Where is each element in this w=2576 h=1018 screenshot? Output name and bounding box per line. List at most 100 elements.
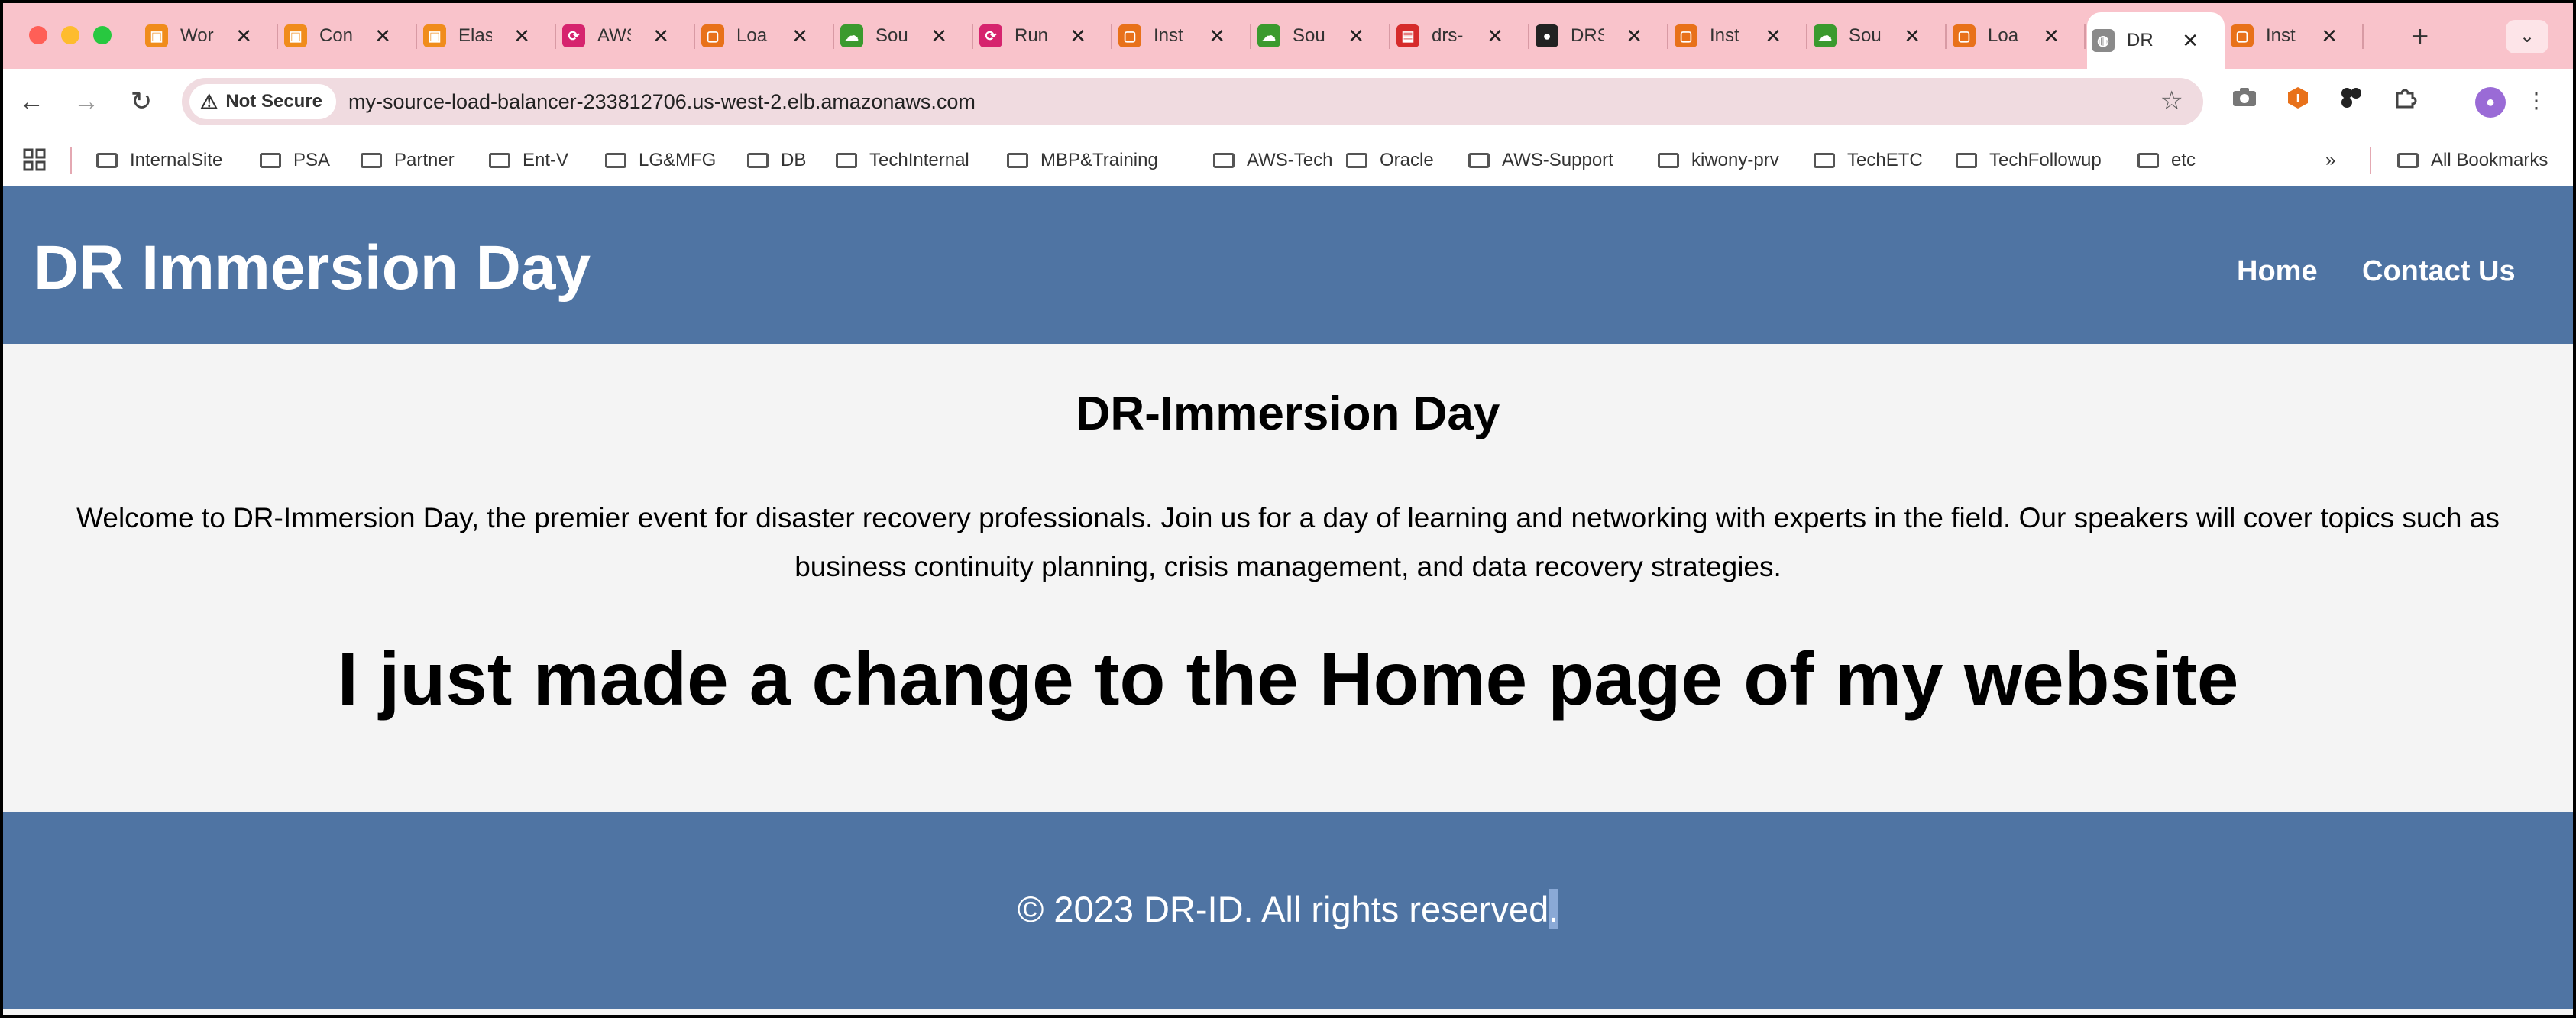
bookmark-folder[interactable]: LG&MFG	[605, 147, 716, 174]
browser-tab[interactable]: ☁ Sou ✕	[1809, 12, 1947, 60]
bookmark-folder[interactable]: Ent-V	[489, 147, 568, 174]
close-tab-icon[interactable]: ✕	[513, 24, 530, 48]
main-content: DR-Immersion Day Welcome to DR-Immersion…	[3, 344, 2573, 812]
browser-tab[interactable]: ▤ drs- ✕	[1392, 12, 1529, 60]
forward-icon[interactable]: →	[67, 83, 105, 121]
copyright-text: © 2023 DR-ID. All rights reserved.	[3, 888, 2573, 930]
browser-tab[interactable]: ☁ Sou ✕	[836, 12, 973, 60]
bookmark-label: TechETC	[1847, 150, 1923, 170]
bookmark-folder[interactable]: kiwony-prv	[1658, 147, 1779, 174]
close-tab-icon[interactable]: ✕	[1209, 24, 1225, 48]
bookmark-folder[interactable]: DB	[747, 147, 806, 174]
browser-tab[interactable]: ● DRS ✕	[1531, 12, 1668, 60]
browser-tab[interactable]: ▣ Wor ✕	[141, 12, 278, 60]
close-tab-icon[interactable]: ✕	[1765, 24, 1782, 48]
security-indicator[interactable]: ⚠ Not Secure	[189, 84, 337, 119]
close-tab-icon[interactable]: ✕	[2182, 29, 2199, 53]
close-tab-icon[interactable]: ✕	[235, 24, 252, 48]
bookmark-folder[interactable]: TechFollowup	[1956, 147, 2102, 174]
close-tab-icon[interactable]: ✕	[1626, 24, 1642, 48]
browser-tab[interactable]: ▣ Elas ✕	[419, 12, 556, 60]
tab-separator	[1528, 24, 1529, 49]
close-tab-icon[interactable]: ✕	[791, 24, 808, 48]
bookmark-folder[interactable]: MBP&Training	[1007, 147, 1158, 174]
profile-avatar[interactable]: ●	[2475, 87, 2506, 118]
camera-icon[interactable]	[2229, 86, 2260, 116]
browser-tab[interactable]: ☁ Sou ✕	[1253, 12, 1390, 60]
more-menu-icon[interactable]: ⋮	[2521, 86, 2552, 116]
aws-ec2-icon: ▢	[701, 24, 724, 47]
tab-separator	[1806, 24, 1807, 49]
browser-tab[interactable]: ◍ DR I ✕	[2087, 12, 2225, 69]
close-tab-icon[interactable]: ✕	[1348, 24, 1364, 48]
new-tab-button[interactable]: +	[2411, 21, 2429, 52]
tab-label: Sou	[875, 25, 908, 46]
browser-tab[interactable]: ⟳ AWS ✕	[558, 12, 695, 60]
browser-tab[interactable]: ▣ Con ✕	[280, 12, 417, 60]
tab-separator	[1667, 24, 1668, 49]
close-tab-icon[interactable]: ✕	[2043, 24, 2060, 48]
reload-icon[interactable]: ↻	[122, 83, 160, 121]
aws-s3-icon: ☁	[840, 24, 863, 47]
extension-orange-icon[interactable]: I	[2283, 86, 2313, 116]
apps-grid-icon[interactable]	[23, 148, 46, 177]
aws-ec2-icon: ▢	[2231, 24, 2254, 47]
browser-tab[interactable]: ▢ Loa ✕	[697, 12, 834, 60]
bookmark-folder[interactable]: PSA	[260, 147, 330, 174]
site-title: DR Immersion Day	[34, 233, 591, 303]
browser-toolbar: ← → ↻ ⚠ Not Secure my-source-load-balanc…	[3, 69, 2573, 135]
bookmark-star-icon[interactable]: ☆	[2160, 86, 2183, 116]
all-bookmarks-button[interactable]: All Bookmarks	[2397, 147, 2548, 174]
address-bar[interactable]: ⚠ Not Secure my-source-load-balancer-233…	[182, 78, 2203, 125]
nav-contact-link[interactable]: Contact Us	[2362, 255, 2516, 288]
bookmark-label: Partner	[394, 150, 455, 170]
close-tab-icon[interactable]: ✕	[1904, 24, 1921, 48]
extension-dark-icon[interactable]	[2336, 86, 2367, 116]
close-tab-icon[interactable]: ✕	[1487, 24, 1503, 48]
tab-separator	[277, 24, 278, 49]
close-tab-icon[interactable]: ✕	[2321, 24, 2338, 48]
folder-icon	[605, 153, 626, 168]
folder-icon	[1213, 153, 1235, 168]
bookmark-folder[interactable]: InternalSite	[96, 147, 222, 174]
url-text[interactable]: my-source-load-balancer-233812706.us-wes…	[348, 90, 976, 114]
nav-home-link[interactable]: Home	[2237, 255, 2318, 288]
tab-label: Sou	[1293, 25, 1325, 46]
browser-tab[interactable]: ▢ Inst ✕	[2226, 12, 2364, 60]
close-tab-icon[interactable]: ✕	[374, 24, 391, 48]
tab-label: Loa	[736, 25, 768, 46]
aws-s3-icon: ☁	[1814, 24, 1837, 47]
browser-tab[interactable]: ▢ Inst ✕	[1114, 12, 1251, 60]
tab-label: Elas	[458, 25, 492, 46]
bookmark-folder[interactable]: etc	[2137, 147, 2196, 174]
close-window-button[interactable]	[29, 26, 47, 44]
browser-tab[interactable]: ⟳ Run ✕	[975, 12, 1112, 60]
bookmark-folder[interactable]: AWS-Support	[1468, 147, 1613, 174]
globe-icon: ◍	[2092, 29, 2115, 52]
bookmark-folder[interactable]: TechETC	[1814, 147, 1923, 174]
bookmarks-overflow-button[interactable]: »	[2325, 147, 2335, 174]
extensions-puzzle-icon[interactable]	[2390, 86, 2420, 116]
close-tab-icon[interactable]: ✕	[1070, 24, 1086, 48]
tab-label: DR I	[2127, 30, 2160, 50]
aws-box-icon: ▣	[145, 24, 168, 47]
browser-tab[interactable]: ▢ Inst ✕	[1670, 12, 1807, 60]
browser-tab[interactable]: ▢ Loa ✕	[1948, 12, 2086, 60]
back-icon[interactable]: ←	[12, 83, 50, 121]
tab-search-button[interactable]: ⌄	[2506, 20, 2548, 53]
aws-s3-icon: ☁	[1257, 24, 1280, 47]
bookmark-folder[interactable]: Partner	[361, 147, 455, 174]
bookmark-label: LG&MFG	[639, 150, 717, 170]
folder-icon	[2397, 153, 2419, 168]
tab-separator	[1250, 24, 1251, 49]
site-footer: © 2023 DR-ID. All rights reserved.	[3, 812, 2573, 1009]
tab-strip: ▣ Wor ✕ ▣ Con ✕ ▣ Elas ✕ ⟳ AWS ✕ ▢ Loa ✕ ☁ Sou ✕ ⟳ Run ✕ ▢ Ins…	[3, 3, 2573, 69]
close-tab-icon[interactable]: ✕	[652, 24, 669, 48]
bookmark-folder[interactable]: AWS-Tech	[1213, 147, 1332, 174]
bookmark-label: TechFollowup	[1989, 150, 2102, 170]
bookmark-folder[interactable]: Oracle	[1346, 147, 1434, 174]
maximize-window-button[interactable]	[93, 26, 112, 44]
bookmark-folder[interactable]: TechInternal	[836, 147, 969, 174]
minimize-window-button[interactable]	[61, 26, 79, 44]
close-tab-icon[interactable]: ✕	[930, 24, 947, 48]
